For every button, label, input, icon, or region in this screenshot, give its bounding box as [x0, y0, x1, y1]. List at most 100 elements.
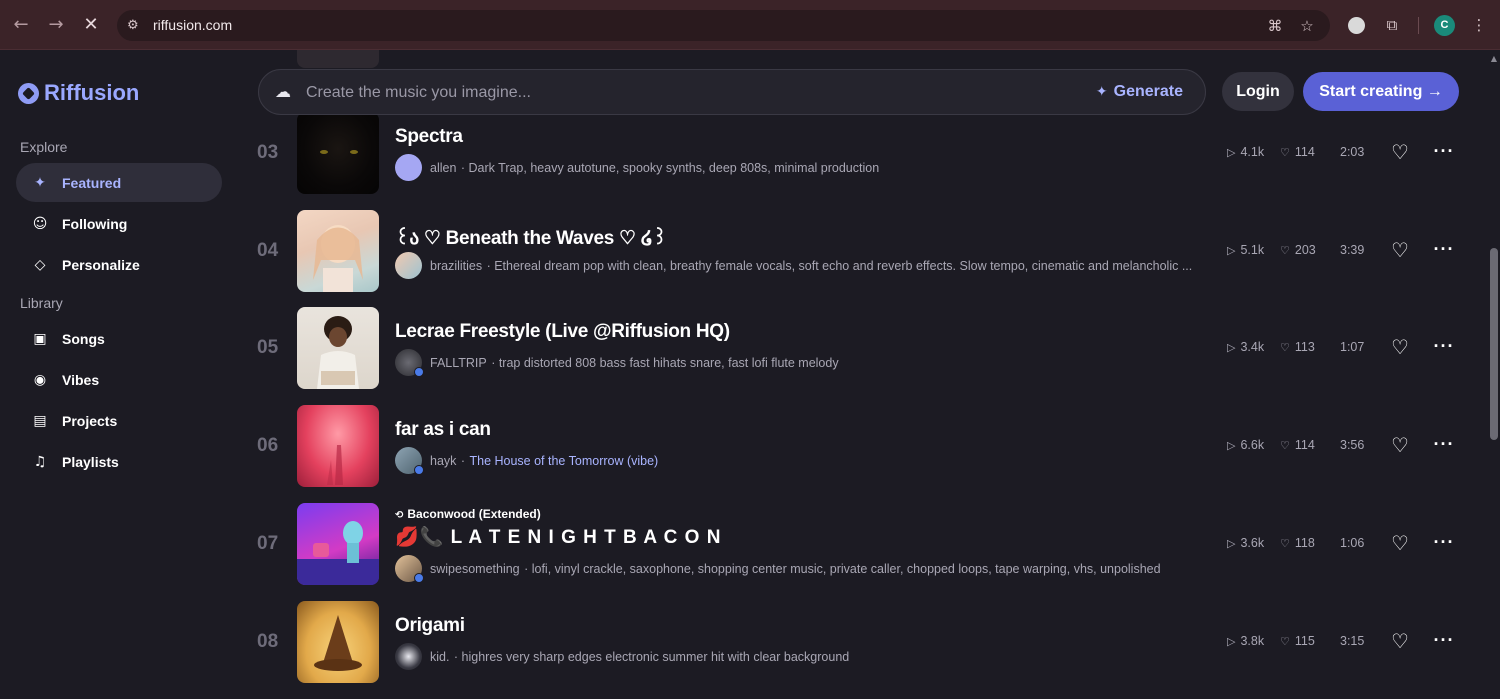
- like-heart-icon[interactable]: ♡: [1388, 238, 1412, 262]
- user-avatar[interactable]: [395, 154, 422, 181]
- user-avatar[interactable]: [395, 349, 424, 376]
- scroll-up-arrow-icon[interactable]: ▲: [1489, 54, 1499, 64]
- track-row[interactable]: 06 far as i can hayk · The House of the …: [240, 405, 1480, 503]
- track-user[interactable]: swipesomething: [430, 562, 520, 576]
- track-meta: swipesomething · lofi, vinyl crackle, sa…: [395, 555, 1195, 582]
- vibe-link[interactable]: The House of the Tomorrow (vibe): [469, 454, 658, 468]
- more-options-icon[interactable]: ···: [1432, 335, 1456, 359]
- track-user[interactable]: allen: [430, 161, 456, 175]
- track-meta: kid. · highres very sharp edges electron…: [395, 643, 1195, 670]
- track-parent-title[interactable]: ⟲ Baconwood (Extended): [395, 507, 541, 521]
- login-button[interactable]: Login: [1222, 72, 1294, 111]
- sidebar-item-projects[interactable]: ▤ Projects: [16, 401, 222, 440]
- track-description: · Dark Trap, heavy autotune, spooky synt…: [460, 160, 880, 175]
- stop-loading-icon[interactable]: ✕: [79, 13, 103, 37]
- sidebar-item-featured[interactable]: ✦ Featured: [16, 163, 222, 202]
- scrollbar-thumb[interactable]: [1490, 248, 1498, 440]
- track-title[interactable]: Spectra: [395, 126, 463, 148]
- play-icon: ▷: [1227, 146, 1236, 159]
- vibe-icon: ◉: [33, 371, 47, 388]
- generate-button[interactable]: ✦ Generate: [1096, 83, 1183, 101]
- start-creating-button[interactable]: Start creating →: [1303, 72, 1459, 111]
- site-info-icon[interactable]: ⚙: [127, 17, 144, 34]
- more-options-icon[interactable]: ···: [1432, 433, 1456, 457]
- verified-badge-icon: [414, 367, 424, 376]
- track-row[interactable]: 03 Spectra allen · Dark Trap, heavy auto…: [240, 112, 1480, 210]
- user-avatar[interactable]: [395, 555, 424, 582]
- previous-track-art[interactable]: [297, 50, 379, 68]
- track-row[interactable]: 07 ⟲ Baconwood (Extended) 💋📞 L A T E N I …: [240, 503, 1480, 601]
- play-count: ▷ 3.4k: [1227, 340, 1264, 354]
- play-icon: ▷: [1227, 341, 1236, 354]
- sidebar-item-vibes[interactable]: ◉ Vibes: [16, 360, 222, 399]
- extension-avatar-icon[interactable]: [1348, 17, 1365, 34]
- more-options-icon[interactable]: ···: [1432, 140, 1456, 164]
- play-count-value: 3.6k: [1240, 536, 1265, 550]
- play-icon: ▷: [1227, 635, 1236, 648]
- track-meta: FALLTRIP · trap distorted 808 bass fast …: [395, 349, 1195, 376]
- user-avatar[interactable]: [395, 252, 422, 279]
- prompt-input[interactable]: ☁ Create the music you imagine... ✦ Gener…: [258, 69, 1206, 115]
- track-user[interactable]: kid.: [430, 650, 449, 664]
- late-night-bacon-cover: [297, 521, 379, 585]
- forward-icon[interactable]: →: [44, 13, 68, 37]
- like-heart-icon[interactable]: ♡: [1388, 531, 1412, 555]
- track-row[interactable]: 04 ꒰ა ♡ Beneath the Waves ♡ ໒꒱ braziliti…: [240, 210, 1480, 308]
- like-count: ♡ 118: [1280, 536, 1315, 550]
- like-heart-icon[interactable]: ♡: [1388, 140, 1412, 164]
- sidebar-item-playlists[interactable]: ♫ Playlists: [16, 442, 222, 481]
- sidebar-item-songs[interactable]: ▣ Songs: [16, 319, 222, 358]
- track-title[interactable]: 💋📞 L A T E N I G H T B A C O N: [395, 525, 721, 549]
- sidebar-item-following[interactable]: ☺ Following: [16, 204, 222, 243]
- sidebar-item-personalize[interactable]: ◇ Personalize: [16, 245, 222, 284]
- track-cover-art[interactable]: [297, 112, 379, 194]
- more-options-icon[interactable]: ···: [1432, 238, 1456, 262]
- track-user[interactable]: brazilities: [430, 259, 482, 273]
- back-icon[interactable]: ←: [9, 13, 33, 37]
- bookmark-star-icon[interactable]: ☆: [1297, 16, 1317, 36]
- track-number: 06: [257, 435, 279, 456]
- translate-icon[interactable]: ⌘: [1265, 16, 1285, 36]
- track-user[interactable]: FALLTRIP: [430, 356, 487, 370]
- user-avatar[interactable]: [395, 643, 422, 670]
- like-heart-icon[interactable]: ♡: [1388, 433, 1412, 457]
- track-title[interactable]: Origami: [395, 615, 465, 637]
- track-duration: 2:03: [1340, 145, 1365, 159]
- more-options-icon[interactable]: ···: [1432, 629, 1456, 653]
- like-heart-icon[interactable]: ♡: [1388, 629, 1412, 653]
- profile-avatar[interactable]: C: [1434, 15, 1455, 36]
- play-count: ▷ 5.1k: [1227, 243, 1264, 257]
- track-cover-art[interactable]: [297, 307, 379, 389]
- user-avatar[interactable]: [395, 447, 424, 474]
- prompt-placeholder[interactable]: Create the music you imagine...: [306, 84, 531, 102]
- more-options-icon[interactable]: ···: [1432, 531, 1456, 555]
- track-row[interactable]: 08 Origami kid. · highres very sharp edg…: [240, 601, 1480, 699]
- extensions-puzzle-icon[interactable]: ⧉: [1381, 14, 1403, 36]
- like-count-value: 118: [1294, 536, 1315, 550]
- browser-menu-icon[interactable]: ⋮: [1468, 14, 1490, 36]
- track-title[interactable]: Lecrae Freestyle (Live @Riffusion HQ): [395, 321, 730, 343]
- upload-cloud-icon[interactable]: ☁: [275, 82, 295, 102]
- playlist-icon: ♫: [33, 453, 47, 470]
- track-title[interactable]: ꒰ა ♡ Beneath the Waves ♡ ໒꒱: [395, 224, 667, 250]
- track-title[interactable]: far as i can: [395, 419, 491, 441]
- like-count: ♡ 114: [1280, 438, 1315, 452]
- riffusion-logo[interactable]: Riffusion: [18, 80, 139, 106]
- play-icon: ▷: [1227, 439, 1236, 452]
- track-user[interactable]: hayk: [430, 454, 456, 468]
- track-description: · trap distorted 808 bass fast hihats sn…: [491, 355, 839, 370]
- track-cover-art[interactable]: [297, 210, 379, 292]
- sidebar-item-label: Songs: [62, 330, 105, 347]
- heart-small-icon: ♡: [1280, 341, 1290, 354]
- track-row[interactable]: 05 Lecrae Freestyle (Live @Riffusion HQ)…: [240, 307, 1480, 405]
- track-number: 07: [257, 533, 279, 554]
- track-cover-art[interactable]: [297, 601, 379, 683]
- heart-small-icon: ♡: [1280, 439, 1290, 452]
- toolbar-divider: [1418, 17, 1419, 34]
- track-cover-art[interactable]: [297, 503, 379, 585]
- url-text[interactable]: riffusion.com: [153, 17, 232, 33]
- track-cover-art[interactable]: [297, 405, 379, 487]
- like-heart-icon[interactable]: ♡: [1388, 335, 1412, 359]
- address-bar[interactable]: ⚙ riffusion.com ⌘ ☆: [117, 10, 1330, 41]
- riffusion-logo-icon: [18, 82, 39, 104]
